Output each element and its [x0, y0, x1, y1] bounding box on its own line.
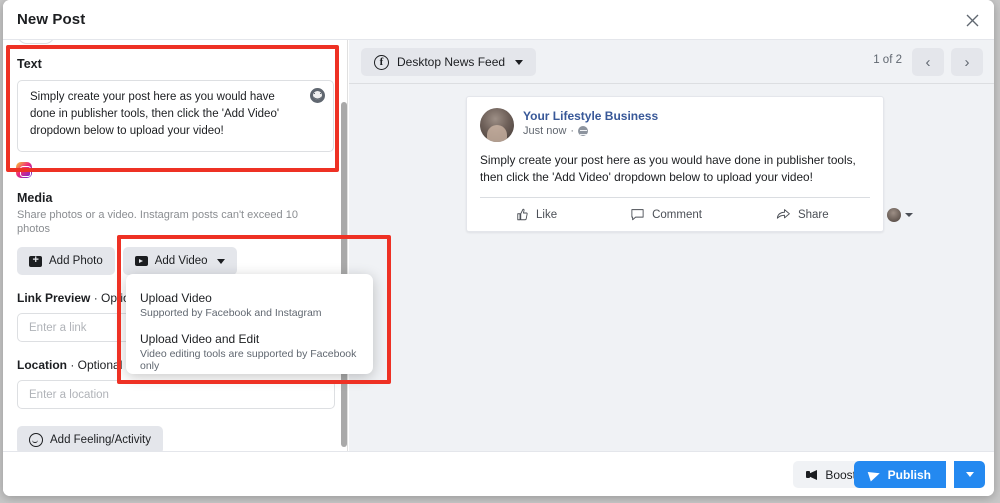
media-buttons-row: Add Photo Add Video: [17, 247, 334, 275]
post-preview-card: Your Lifestyle Business Just now · Simpl…: [466, 96, 913, 232]
preview-toolbar: f Desktop News Feed 1 of 2 ‹ ›: [349, 40, 994, 84]
media-section-description: Share photos or a video. Instagram posts…: [17, 209, 298, 235]
chevron-down-icon: [515, 59, 524, 65]
chevron-left-icon[interactable]: ‹: [912, 48, 944, 76]
collapsed-section-handle[interactable]: [17, 40, 55, 44]
preview-panel: f Desktop News Feed 1 of 2 ‹ › Your Life…: [349, 40, 994, 451]
menu-item-upload-video-and-edit[interactable]: Upload Video and Edit Video editing tool…: [126, 327, 373, 380]
chevron-right-icon[interactable]: ›: [951, 48, 983, 76]
preview-page-count: 1 of 2: [873, 54, 902, 66]
post-text-input[interactable]: Simply create your post here as you woul…: [17, 80, 334, 152]
screenshot-root: New Post Text Simply create your post he…: [0, 0, 1000, 503]
chevron-down-icon: [904, 212, 913, 217]
post-text-value: Simply create your post here as you woul…: [30, 91, 280, 137]
location-optional: · Optional: [70, 358, 123, 372]
new-post-modal: New Post Text Simply create your post he…: [3, 0, 994, 496]
feed-type-label: Desktop News Feed: [397, 55, 506, 69]
like-button[interactable]: Like: [514, 207, 557, 222]
boost-label: Boost: [825, 467, 856, 482]
text-section: Text Simply create your post here as you…: [3, 57, 347, 152]
publish-options-button[interactable]: [953, 461, 985, 488]
modal-body: Text Simply create your post here as you…: [3, 40, 994, 451]
emoji-smiley-icon[interactable]: [310, 88, 325, 103]
upload-video-title: Upload Video: [140, 291, 212, 305]
post-meta: Just now ·: [523, 125, 658, 137]
comment-label: Comment: [652, 208, 702, 221]
add-video-dropdown-menu: Upload Video Supported by Facebook and I…: [126, 274, 373, 374]
meta-separator: ·: [570, 125, 575, 137]
comment-bubble-icon: [631, 209, 644, 221]
close-icon[interactable]: [960, 8, 984, 32]
upload-video-subtitle: Supported by Facebook and Instagram: [140, 307, 322, 319]
instagram-icon: [16, 162, 32, 178]
location-input[interactable]: Enter a location: [17, 380, 335, 409]
modal-footer: Boost Publish: [3, 451, 994, 496]
link-input-placeholder: Enter a link: [29, 321, 87, 334]
upload-video-edit-title: Upload Video and Edit: [140, 332, 260, 346]
add-photo-button[interactable]: Add Photo: [17, 247, 115, 275]
text-section-label: Text: [17, 57, 42, 71]
publish-label: Publish: [887, 467, 931, 482]
video-icon: [134, 256, 148, 266]
comment-button[interactable]: Comment: [630, 207, 702, 222]
megaphone-icon: [806, 469, 818, 480]
add-feeling-label: Add Feeling/Activity: [50, 434, 151, 446]
location-input-placeholder: Enter a location: [29, 388, 109, 401]
modal-titlebar: New Post: [3, 0, 994, 40]
account-switcher[interactable]: [886, 207, 913, 222]
post-form-panel: Text Simply create your post here as you…: [3, 40, 348, 451]
share-label: Share: [797, 208, 829, 221]
chevron-down-icon: [216, 258, 225, 264]
menu-item-upload-video[interactable]: Upload Video Supported by Facebook and I…: [126, 286, 373, 327]
send-plane-icon: [867, 468, 881, 481]
facebook-icon: f: [374, 54, 389, 70]
globe-icon: [578, 126, 589, 136]
add-video-label: Add Video: [154, 255, 208, 267]
location-label-text: Location: [17, 358, 67, 372]
add-feeling-activity-button[interactable]: Add Feeling/Activity: [17, 426, 163, 451]
share-arrow-icon: [776, 209, 790, 219]
media-section-label: Media: [17, 191, 53, 205]
post-page-name[interactable]: Your Lifestyle Business: [523, 109, 658, 123]
share-button[interactable]: Share: [775, 207, 829, 222]
post-actions-row: Like Comment Share: [480, 197, 913, 231]
like-label: Like: [536, 208, 558, 221]
profile-avatar: [886, 207, 901, 222]
avatar: [480, 108, 514, 142]
smiley-icon: [29, 433, 43, 447]
feed-type-selector[interactable]: f Desktop News Feed: [361, 48, 537, 76]
post-timestamp: Just now: [523, 125, 567, 137]
thumbs-up-icon: [517, 208, 528, 221]
link-preview-label-text: Link Preview: [17, 291, 91, 305]
add-photo-label: Add Photo: [49, 255, 103, 267]
page-title: New Post: [17, 11, 86, 28]
post-body-text: Simply create your post here as you woul…: [480, 153, 856, 184]
post-header: Your Lifestyle Business Just now ·: [480, 108, 870, 142]
upload-video-edit-subtitle: Video editing tools are supported by Fac…: [140, 348, 357, 372]
publish-button[interactable]: Publish: [853, 461, 946, 488]
add-video-button[interactable]: Add Video: [122, 247, 237, 275]
photo-icon: [29, 253, 42, 267]
